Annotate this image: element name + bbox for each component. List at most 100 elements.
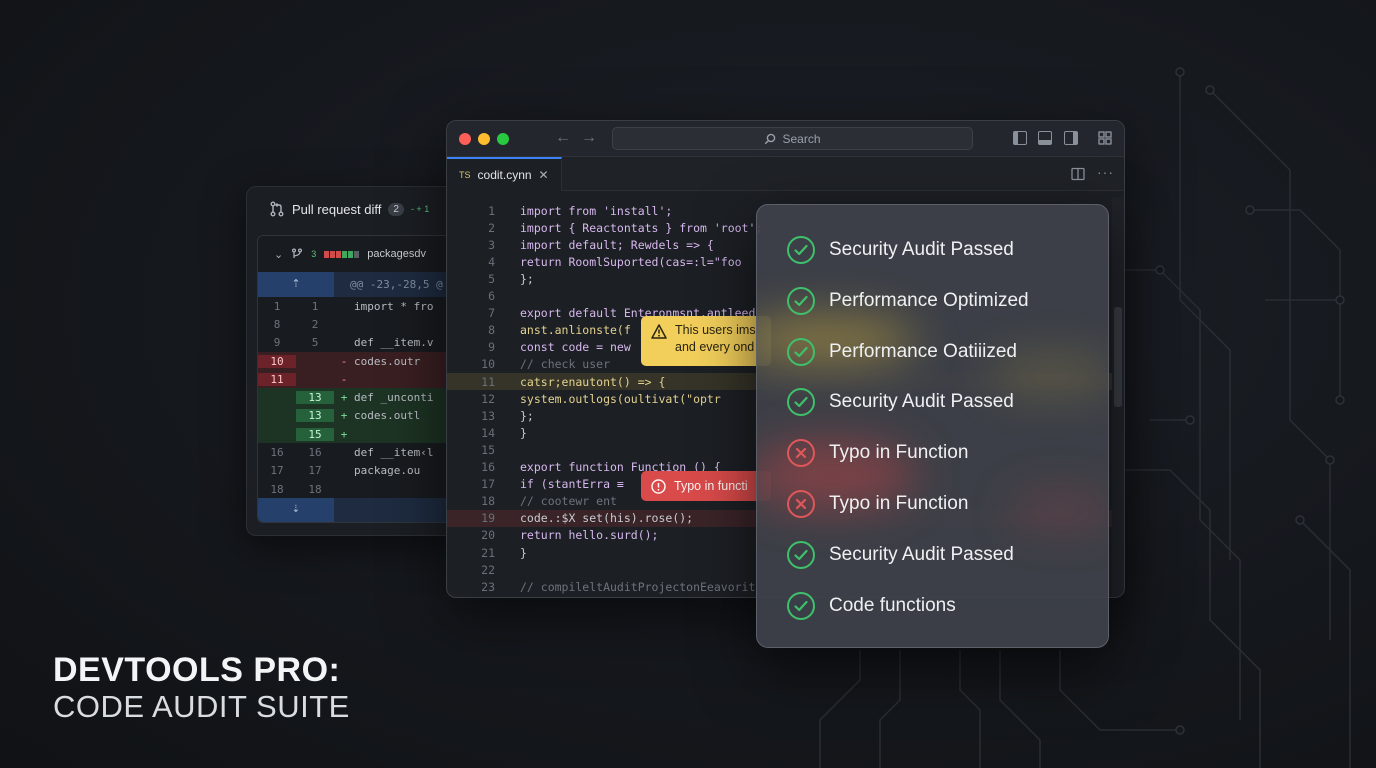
vertical-scrollbar[interactable] bbox=[1112, 197, 1124, 597]
layout-grid-icon[interactable] bbox=[1098, 131, 1112, 145]
audit-item-label: Performance Oatiiized bbox=[829, 340, 1017, 362]
audit-item-label: Security Audit Passed bbox=[829, 543, 1014, 565]
old-line-number: 18 bbox=[270, 482, 284, 496]
back-arrow-icon[interactable]: ← bbox=[555, 129, 571, 147]
expand-down-icon[interactable]: ⇣ bbox=[258, 498, 334, 522]
audit-item[interactable]: Typo in Function bbox=[787, 438, 968, 468]
error-glow-right bbox=[1007, 490, 1108, 530]
old-line-number: 16 bbox=[270, 446, 284, 460]
old-line-number: 9 bbox=[273, 336, 281, 350]
zoom-window-button[interactable] bbox=[497, 133, 509, 145]
warning-text-1: This users ims bbox=[675, 323, 756, 337]
new-line-number: 5 bbox=[311, 336, 319, 350]
tab-active-file[interactable]: TS codit.cynn ✕ bbox=[447, 156, 562, 191]
line-number: 13 bbox=[481, 408, 495, 423]
split-editor-icon[interactable] bbox=[1071, 167, 1085, 181]
line-number: 14 bbox=[481, 425, 495, 440]
new-line-number: 13 bbox=[296, 391, 334, 405]
line-number: 20 bbox=[481, 528, 495, 543]
old-line-number: 10 bbox=[258, 354, 296, 368]
line-number: 16 bbox=[481, 460, 495, 474]
scrollbar-thumb[interactable] bbox=[1114, 307, 1122, 407]
tab-bar: TS codit.cynn ✕ ··· bbox=[447, 156, 1124, 191]
forward-arrow-icon[interactable]: → bbox=[581, 129, 597, 147]
audit-item[interactable]: Code functions bbox=[787, 591, 956, 621]
audit-item-label: Code functions bbox=[829, 594, 956, 616]
diff-line: 82 bbox=[258, 315, 460, 333]
diff-line: 17 17 package.ou bbox=[258, 462, 460, 480]
code-text: import { Reactontats } from 'root'; bbox=[520, 220, 763, 235]
diff-code: def __item‹l bbox=[354, 446, 434, 460]
audit-item[interactable]: Performance Optimized bbox=[787, 286, 1029, 316]
diff-code: def __item.v bbox=[354, 336, 434, 350]
line-number: 3 bbox=[488, 237, 495, 252]
new-line-number: 1 bbox=[311, 299, 319, 313]
code-text: const code = new bbox=[520, 340, 631, 355]
diff-sign: + bbox=[340, 409, 348, 423]
expand-row: ⇣ bbox=[258, 498, 460, 522]
diff-count-badge: 2 bbox=[388, 202, 404, 216]
toggle-right-sidebar-icon[interactable] bbox=[1064, 131, 1078, 145]
more-actions-icon[interactable]: ··· bbox=[1097, 164, 1114, 180]
new-line-number: 13 bbox=[296, 409, 334, 423]
diff-line: 9 5 def __item.v bbox=[258, 334, 460, 352]
old-line-number: 11 bbox=[258, 372, 296, 386]
code-text: // cootewr ent bbox=[520, 494, 617, 509]
old-line-number: 1 bbox=[273, 299, 281, 313]
line-number: 7 bbox=[488, 306, 495, 321]
toggle-left-sidebar-icon[interactable] bbox=[1013, 131, 1027, 145]
diff-line: 11 - bbox=[258, 370, 460, 389]
code-text: if (stantErra ≡ bbox=[520, 477, 624, 492]
code-text: }; bbox=[520, 408, 534, 423]
minimize-window-button[interactable] bbox=[478, 133, 490, 145]
audit-item[interactable]: Typo in Function bbox=[787, 489, 968, 519]
x-circle-icon bbox=[787, 439, 815, 468]
audit-item[interactable]: Security Audit Passed bbox=[787, 540, 1014, 570]
code-text: return hello.surd(); bbox=[520, 528, 659, 543]
line-number: 1 bbox=[488, 203, 495, 218]
expand-up-icon[interactable]: ⇡ bbox=[258, 272, 334, 297]
diff-title: Pull request diff bbox=[292, 201, 382, 217]
line-number: 23 bbox=[481, 579, 495, 594]
audit-item[interactable]: Security Audit Passed bbox=[787, 387, 1014, 417]
hunk-text: @@ -23,-28,5 @ bbox=[350, 278, 443, 291]
hunk-header: ⇡ @@ -23,-28,5 @ bbox=[258, 272, 460, 297]
line-number: 6 bbox=[488, 289, 495, 303]
diff-code: codes.outl bbox=[354, 409, 421, 423]
line-number: 11 bbox=[481, 374, 495, 389]
new-line-number: 2 bbox=[311, 317, 319, 331]
code-text: } bbox=[520, 425, 527, 440]
line-number: 4 bbox=[488, 254, 495, 269]
close-tab-icon[interactable]: ✕ bbox=[539, 168, 549, 182]
audit-item-label: Security Audit Passed bbox=[829, 239, 1014, 260]
line-number: 18 bbox=[481, 494, 495, 509]
code-text: // compileltAuditProjectonEeavorit bbox=[520, 579, 756, 594]
diff-line: 1 1 import * fro bbox=[258, 297, 460, 315]
audit-item[interactable]: Security Audit Passed bbox=[787, 235, 1014, 265]
close-window-button[interactable] bbox=[459, 133, 471, 145]
line-number: 2 bbox=[488, 220, 495, 235]
audit-item-label: Performance Optimized bbox=[829, 289, 1029, 311]
warning-text-2: and every ond bbox=[675, 340, 755, 354]
diff-file: ⌄ 3 packagesdv ⇡ @@ -23,-28,5 @ 1 1 import… bbox=[257, 235, 460, 523]
audit-item[interactable]: Performance Oatiiized bbox=[787, 337, 1017, 367]
file-additions-count: 3 bbox=[311, 249, 317, 259]
x-circle-icon bbox=[787, 490, 815, 518]
code-text: code.:$X set(his).rose(); bbox=[520, 511, 694, 526]
toggle-panel-icon[interactable] bbox=[1038, 131, 1052, 145]
title-bar: ← → Search bbox=[447, 121, 1124, 157]
diff-stat: - + 1 bbox=[410, 204, 430, 214]
check-circle-icon bbox=[787, 388, 815, 417]
line-number: 22 bbox=[481, 562, 495, 577]
check-circle-icon bbox=[787, 540, 815, 569]
search-input[interactable]: Search bbox=[612, 127, 973, 150]
chevron-down-icon[interactable]: ⌄ bbox=[274, 248, 283, 261]
audit-item-label: Typo in Function bbox=[829, 442, 969, 464]
diff-code: package.ou bbox=[354, 464, 421, 478]
brand-subtitle: CODE AUDIT SUITE bbox=[53, 689, 350, 724]
search-placeholder: Search bbox=[782, 131, 821, 146]
diff-file-header[interactable]: ⌄ 3 packagesdv bbox=[258, 236, 460, 272]
code-text: return RoomlSuported(cas=:l="foo bbox=[520, 254, 742, 269]
typescript-icon: TS bbox=[459, 169, 471, 180]
audit-results-panel: Security Audit Passed Performance Optimiz… bbox=[756, 204, 1109, 648]
